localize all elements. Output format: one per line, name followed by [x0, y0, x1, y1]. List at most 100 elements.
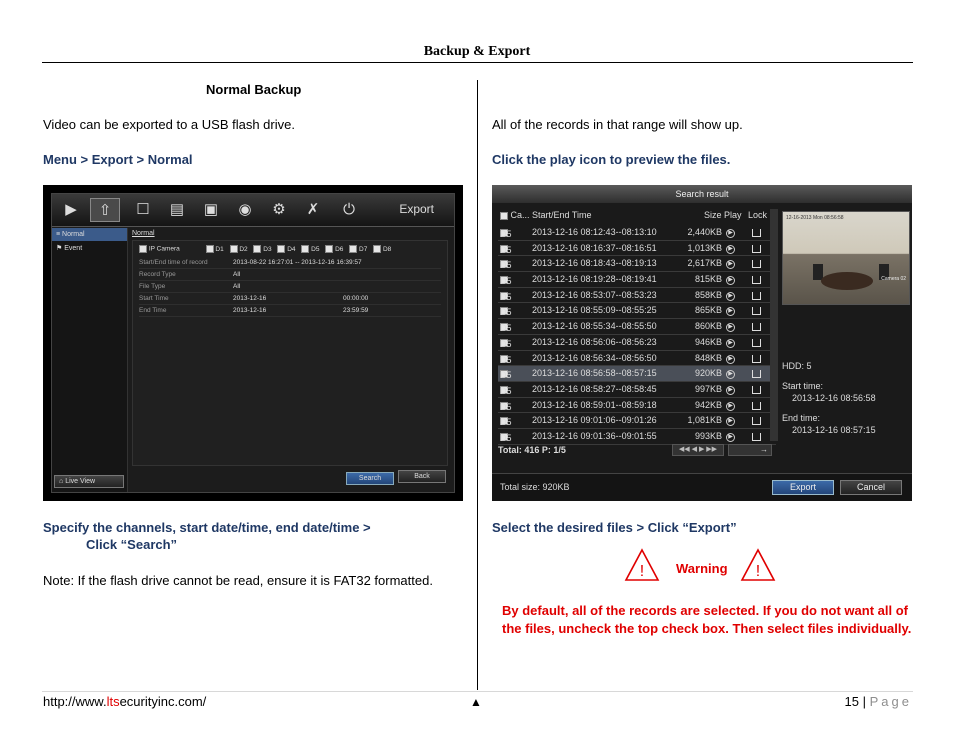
- tab-normal: Normal: [132, 230, 155, 237]
- setting-row: End Time 2013-12-16 23:59:59: [139, 305, 441, 317]
- lock-icon: [752, 260, 761, 269]
- sidebar-item-normal: ≡ Normal: [52, 228, 127, 241]
- dvr-export-title: Export: [399, 202, 434, 216]
- lock-icon: [752, 244, 761, 253]
- play-icon: ▶: [726, 260, 735, 270]
- warning-label: Warning: [676, 561, 728, 576]
- play-icon: ▶: [726, 432, 735, 442]
- lock-icon: [752, 307, 761, 316]
- svg-text:!: !: [640, 563, 644, 580]
- result-total: Total: 416 P: 1/5: [498, 445, 566, 455]
- play-icon: ▶: [726, 401, 735, 411]
- table-row: D5 2013-12-16 08:56:34--08:56:50 848KB ▶: [498, 351, 776, 367]
- warning-text-line-2: the files, uncheck the top check box. Th…: [502, 621, 912, 636]
- setting-row: Start/End time of record 2013-08-22 16:27…: [139, 257, 441, 269]
- setting-row: File Type All: [139, 281, 441, 293]
- channel-selector: IP Camera D1 D2 D3 D4 D5 D6 D7 D8: [139, 245, 391, 253]
- dvr-sidebar: ≡ Normal ⚑ Event ⌂ Live View: [52, 228, 128, 492]
- manual-icon: ☐: [136, 201, 150, 218]
- play-icon: ▶: [726, 385, 735, 395]
- end-time-value: 2013-12-16 08:57:15: [792, 425, 876, 435]
- dvr-search-button: Search: [346, 472, 394, 485]
- play-icon: ▶: [726, 354, 735, 364]
- step-text-2: Click “Search”: [86, 537, 178, 552]
- document-title: Backup & Export: [423, 44, 531, 59]
- result-scrollbar: [770, 209, 778, 441]
- table-row: D5 2013-12-16 09:01:36--09:01:55 993KB ▶: [498, 429, 776, 445]
- lock-icon: [752, 276, 761, 285]
- lock-icon: [752, 370, 761, 379]
- dvr-toolbar: ▶ ⇧ ☐ ▤ ▣ ◉ ⚙ ✗ ⏻ Export: [52, 194, 454, 227]
- lock-icon: [752, 229, 761, 237]
- table-row: D5 2013-12-16 08:19:28--08:19:41 815KB ▶: [498, 272, 776, 288]
- footer-url-link[interactable]: http://www.ltsecurityinc.com/: [43, 694, 206, 709]
- lock-icon: [752, 338, 761, 347]
- result-table-rows: D5 2013-12-16 08:12:43--08:13:10 2,440KB ▶ …: [498, 225, 776, 445]
- instruction-text: Click the play icon to preview the files…: [492, 152, 731, 167]
- lock-icon: [752, 323, 761, 332]
- play-icon: ▶: [726, 244, 735, 254]
- setting-row: Start Time 2013-12-16 00:00:00: [139, 293, 441, 305]
- play-icon: ▶: [726, 307, 735, 317]
- warning-text-line-1: By default, all of the records are selec…: [502, 603, 908, 618]
- table-row: D5 2013-12-16 08:55:34--08:55:50 860KB ▶: [498, 319, 776, 335]
- start-time-value: 2013-12-16 08:56:58: [792, 393, 876, 403]
- menu-path-text: Menu > Export > Normal: [43, 152, 193, 167]
- power-icon: ⏻: [343, 201, 355, 218]
- hdd-info: HDD: 5: [782, 361, 812, 371]
- warning-icon: !: [740, 548, 776, 581]
- lock-icon: [752, 432, 761, 441]
- header-rule: [42, 62, 913, 63]
- table-row: D5 2013-12-16 08:55:09--08:55:25 865KB ▶: [498, 303, 776, 320]
- page-number: 15 | Page: [844, 694, 912, 709]
- right-intro-text: All of the records in that range will sh…: [492, 117, 743, 132]
- dvr-settings-panel: IP Camera D1 D2 D3 D4 D5 D6 D7 D8 Start/…: [132, 240, 448, 466]
- table-row: D5 2013-12-16 08:56:58--08:57:15 920KB ▶: [498, 366, 776, 382]
- live-view-button: ⌂ Live View: [54, 475, 124, 488]
- play-icon: ▶: [726, 276, 735, 286]
- start-time-label: Start time:: [782, 381, 824, 391]
- lock-icon: [752, 417, 761, 426]
- cancel-button: Cancel: [840, 480, 902, 495]
- up-arrow-icon: ▲: [470, 695, 482, 709]
- svg-text:!: !: [756, 563, 760, 580]
- dvr-export-screenshot: ▶ ⇧ ☐ ▤ ▣ ◉ ⚙ ✗ ⏻ Export ≡ Normal ⚑ Even…: [43, 185, 463, 501]
- lock-icon: [752, 401, 761, 410]
- preview-timestamp: 12-16-2013 Mon 08:56:58: [786, 215, 844, 221]
- export-upload-icon: ⇧: [90, 198, 120, 222]
- lock-icon: [752, 385, 761, 394]
- section-heading: Normal Backup: [206, 82, 302, 97]
- play-icon: ▶: [726, 370, 735, 380]
- play-icon: ▶: [726, 417, 735, 427]
- lock-icon: [752, 354, 761, 363]
- record-icon: ▣: [203, 201, 219, 218]
- search-result-title: Search result: [492, 185, 912, 203]
- step-text-1: Specify the channels, start date/time, e…: [43, 520, 371, 535]
- export-button: Export: [772, 480, 834, 495]
- config-icon: ⚙: [272, 201, 286, 218]
- result-table-header: Ca... Start/End Time Size Play Lock: [498, 209, 776, 222]
- table-row: D5 2013-12-16 08:12:43--08:13:10 2,440KB ▶: [498, 225, 776, 241]
- total-size: Total size: 920KB: [500, 482, 570, 492]
- preview-camera-label: Camera 02: [881, 276, 906, 282]
- table-row: D5 2013-12-16 09:01:06--09:01:26 1,081KB ▶: [498, 413, 776, 429]
- playback-icon: ▶: [65, 201, 77, 218]
- pager-controls: ◀◀ ◀ ▶ ▶▶: [672, 444, 724, 456]
- end-time-label: End time:: [782, 413, 821, 423]
- table-row: D5 2013-12-16 08:56:06--08:56:23 946KB ▶: [498, 335, 776, 351]
- table-row: D5 2013-12-16 08:16:37--08:16:51 1,013KB ▶: [498, 241, 776, 257]
- dvr-main-panel: Normal IP Camera D1 D2 D3 D4 D5 D6 D7 D8…: [130, 228, 450, 492]
- table-row: D5 2013-12-16 08:58:27--08:58:45 997KB ▶: [498, 382, 776, 398]
- note-text: Note: If the flash drive cannot be read,…: [43, 573, 433, 588]
- select-export-text: Select the desired files > Click “Export…: [492, 520, 737, 535]
- hdd-icon: ▤: [169, 201, 185, 218]
- play-icon: ▶: [726, 338, 735, 348]
- result-footer: Total size: 920KB Export Cancel: [492, 473, 912, 501]
- video-preview: 12-16-2013 Mon 08:56:58 Camera 02: [782, 211, 910, 305]
- column-divider: [477, 80, 478, 690]
- lock-icon: [752, 291, 761, 300]
- search-result-screenshot: Search result Ca... Start/End Time Size …: [492, 185, 912, 501]
- warning-icon: !: [624, 548, 660, 581]
- left-intro-text: Video can be exported to a USB flash dri…: [43, 117, 295, 132]
- footer-rule: [42, 691, 913, 692]
